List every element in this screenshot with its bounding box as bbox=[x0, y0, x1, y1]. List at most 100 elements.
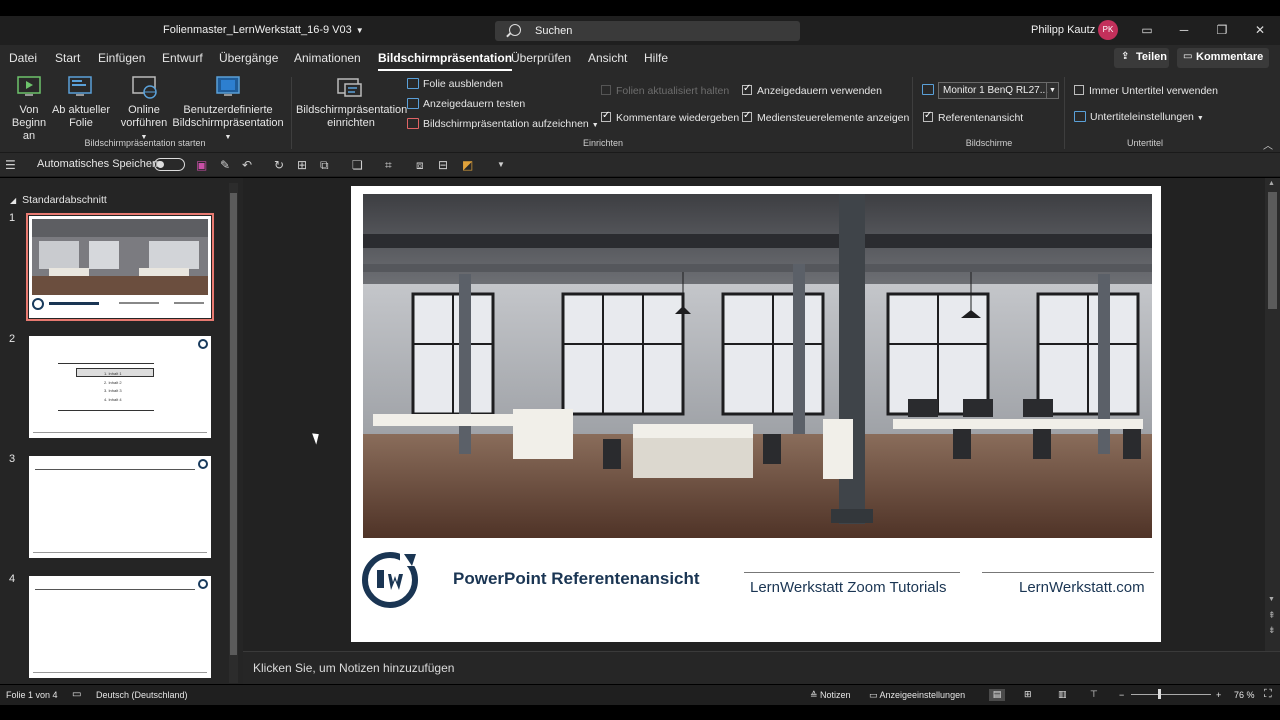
von-beginn-an-button[interactable]: Von Beginn an bbox=[6, 104, 52, 143]
folie-ausblenden-button[interactable]: Folie ausblenden bbox=[407, 78, 503, 90]
present-online-icon[interactable] bbox=[132, 76, 158, 100]
mediensteuerelemente-checkbox[interactable]: Mediensteuerelemente anzeigen bbox=[742, 110, 909, 124]
tab-start[interactable]: Start bbox=[55, 51, 80, 65]
current-slide[interactable]: PowerPoint Referentenansicht LernWerksta… bbox=[351, 186, 1161, 642]
zoom-slider[interactable] bbox=[1131, 694, 1211, 695]
setup-slideshow-icon[interactable] bbox=[337, 76, 363, 102]
lernwerkstatt-logo bbox=[362, 552, 418, 608]
section-name: Standardabschnitt bbox=[22, 194, 107, 206]
play-from-start-icon[interactable] bbox=[17, 76, 41, 98]
slides-pane-scrollbar[interactable] bbox=[229, 183, 238, 683]
slide-website[interactable]: LernWerkstatt.com bbox=[1019, 579, 1145, 596]
previous-slide-icon[interactable]: ⇞ bbox=[1268, 610, 1276, 621]
slide-title[interactable]: PowerPoint Referentenansicht bbox=[453, 569, 700, 589]
reading-view-icon[interactable]: ▥ bbox=[1058, 689, 1067, 700]
normal-view-icon[interactable]: ▤ bbox=[989, 689, 1005, 701]
user-name[interactable]: Philipp Kautz bbox=[1031, 24, 1095, 36]
notes-toggle-button[interactable]: ≙ Notizen bbox=[810, 690, 851, 701]
language-indicator[interactable]: Deutsch (Deutschland) bbox=[96, 690, 188, 700]
minimize-icon[interactable]: ─ bbox=[1176, 22, 1192, 38]
slide-thumbnail-4[interactable] bbox=[29, 576, 211, 678]
office-photo[interactable] bbox=[363, 194, 1152, 538]
tab-hilfe[interactable]: Hilfe bbox=[644, 51, 668, 65]
tab-einfuegen[interactable]: Einfügen bbox=[98, 51, 145, 65]
slide-thumbnail-3[interactable] bbox=[29, 456, 211, 558]
autosave-toggle[interactable] bbox=[154, 158, 185, 171]
scrollbar-thumb[interactable] bbox=[1268, 192, 1277, 309]
search-box[interactable]: Suchen bbox=[495, 21, 800, 41]
zoom-in-icon[interactable]: + bbox=[1216, 690, 1221, 700]
slide-number: 4 bbox=[9, 573, 16, 585]
arrange-icon[interactable]: ⧉ bbox=[320, 158, 329, 173]
share-button[interactable]: ⇪ Teilen bbox=[1114, 48, 1169, 68]
tab-animationen[interactable]: Animationen bbox=[294, 51, 361, 65]
anzeigedauern-verwenden-checkbox[interactable]: Anzeigedauern verwenden bbox=[742, 83, 882, 97]
checkbox-checked-icon bbox=[742, 110, 752, 122]
crop-icon[interactable]: ⌗ bbox=[385, 158, 392, 173]
present-icon[interactable]: ⊞ bbox=[297, 158, 307, 172]
referentenansicht-checkbox[interactable]: Referentenansicht bbox=[923, 110, 1023, 124]
untertiteleinstellungen-button[interactable]: Untertiteleinstellungen ▼ bbox=[1074, 111, 1204, 123]
editing-scrollbar[interactable]: ▲ ▼ ⇞ ⇟ bbox=[1265, 178, 1280, 651]
ab-aktueller-folie-button[interactable]: Ab aktueller Folie bbox=[51, 104, 111, 130]
zoom-level[interactable]: 76 % bbox=[1234, 690, 1255, 700]
monitor-select[interactable]: Monitor 1 BenQ RL27... ▼ bbox=[938, 82, 1059, 99]
divider bbox=[744, 572, 960, 573]
spellcheck-icon[interactable]: ▭ bbox=[72, 689, 81, 700]
einrichten-label-2: einrichten bbox=[327, 117, 375, 129]
format-painter-icon[interactable]: ✎ bbox=[220, 158, 230, 172]
redo-icon[interactable]: ↻ bbox=[274, 158, 284, 172]
layers-icon[interactable]: ❏ bbox=[352, 158, 363, 172]
undo-icon[interactable]: ↶ bbox=[242, 158, 252, 172]
tab-datei[interactable]: Datei bbox=[9, 51, 37, 65]
next-slide-icon[interactable]: ⇟ bbox=[1268, 625, 1276, 636]
display-settings-label: Anzeigeeinstellungen bbox=[879, 690, 966, 700]
group-icon[interactable]: ⧈ bbox=[416, 158, 424, 173]
list-icon[interactable]: ☰ bbox=[5, 158, 16, 172]
tab-entwurf[interactable]: Entwurf bbox=[162, 51, 203, 65]
slide-thumbnail-1[interactable] bbox=[26, 213, 214, 321]
restore-icon[interactable]: ❐ bbox=[1214, 22, 1230, 38]
zoom-out-icon[interactable]: − bbox=[1119, 690, 1124, 700]
document-title[interactable]: Folienmaster_LernWerkstatt_16-9 V03 ▼ bbox=[163, 24, 364, 36]
close-icon[interactable]: ✕ bbox=[1252, 22, 1268, 38]
play-current-slide-icon[interactable] bbox=[68, 76, 92, 98]
ribbon-display-icon[interactable]: ▭ bbox=[1139, 22, 1155, 38]
aufzeichnen-button[interactable]: Bildschirmpräsentation aufzeichnen ▼ bbox=[407, 118, 599, 130]
display-settings-button[interactable]: ▭ Anzeigeeinstellungen bbox=[869, 690, 965, 701]
comments-button[interactable]: ▭ Kommentare bbox=[1177, 48, 1269, 68]
tab-ansicht[interactable]: Ansicht bbox=[588, 51, 627, 65]
slideshow-view-icon[interactable]: ⊤ bbox=[1090, 689, 1098, 700]
folien-aktualisiert-checkbox: Folien aktualisiert halten bbox=[601, 85, 729, 97]
einrichten-button[interactable]: Bildschirmpräsentation einrichten bbox=[296, 104, 407, 130]
kommentare-label: Kommentare wiedergeben bbox=[616, 112, 740, 124]
anzeigedauern-testen-button[interactable]: Anzeigedauern testen bbox=[407, 98, 525, 110]
scrollbar-thumb[interactable] bbox=[230, 193, 237, 655]
shapes-icon[interactable]: ◩ bbox=[462, 158, 473, 172]
scroll-up-icon[interactable]: ▲ bbox=[1268, 180, 1275, 187]
tab-ueberpruefen[interactable]: Überprüfen bbox=[511, 51, 571, 65]
align-icon[interactable]: ⊟ bbox=[438, 158, 448, 172]
anzeigedauern-testen-label: Anzeigedauern testen bbox=[423, 98, 526, 110]
section-header[interactable]: ◢ Standardabschnitt bbox=[10, 194, 107, 206]
online-label-1: Online bbox=[128, 104, 160, 116]
zoom-slider-thumb[interactable] bbox=[1158, 689, 1161, 699]
divider bbox=[982, 572, 1154, 573]
custom-slideshow-icon[interactable] bbox=[216, 76, 242, 100]
customize-toolbar-icon[interactable]: ▼ bbox=[497, 160, 505, 169]
slide-sorter-icon[interactable]: ⊞ bbox=[1024, 689, 1032, 700]
avatar[interactable]: PK bbox=[1098, 20, 1118, 40]
tab-bildschirmpraesentation[interactable]: Bildschirmpräsentation bbox=[378, 51, 513, 71]
save-icon[interactable]: ▣ bbox=[196, 158, 207, 172]
tab-uebergaenge[interactable]: Übergänge bbox=[219, 51, 278, 65]
scroll-down-icon[interactable]: ▼ bbox=[1268, 596, 1275, 603]
notes-pane[interactable]: Klicken Sie, um Notizen hinzuzufügen bbox=[243, 651, 1280, 684]
monitor-icon bbox=[922, 84, 934, 95]
fit-to-window-icon[interactable]: ⛶ bbox=[1264, 688, 1272, 701]
collapse-ribbon-icon[interactable]: ︿ bbox=[1263, 137, 1273, 152]
comment-icon: ▭ bbox=[1183, 51, 1193, 62]
slide-thumbnail-2[interactable]: 1. Inhalt 1 2. Inhalt 2 3. Inhalt 3 4. I… bbox=[29, 336, 211, 438]
slide-tagline[interactable]: LernWerkstatt Zoom Tutorials bbox=[750, 579, 946, 596]
immer-untertitel-checkbox[interactable]: Immer Untertitel verwenden bbox=[1074, 85, 1218, 97]
kommentare-checkbox[interactable]: Kommentare wiedergeben bbox=[601, 110, 740, 124]
